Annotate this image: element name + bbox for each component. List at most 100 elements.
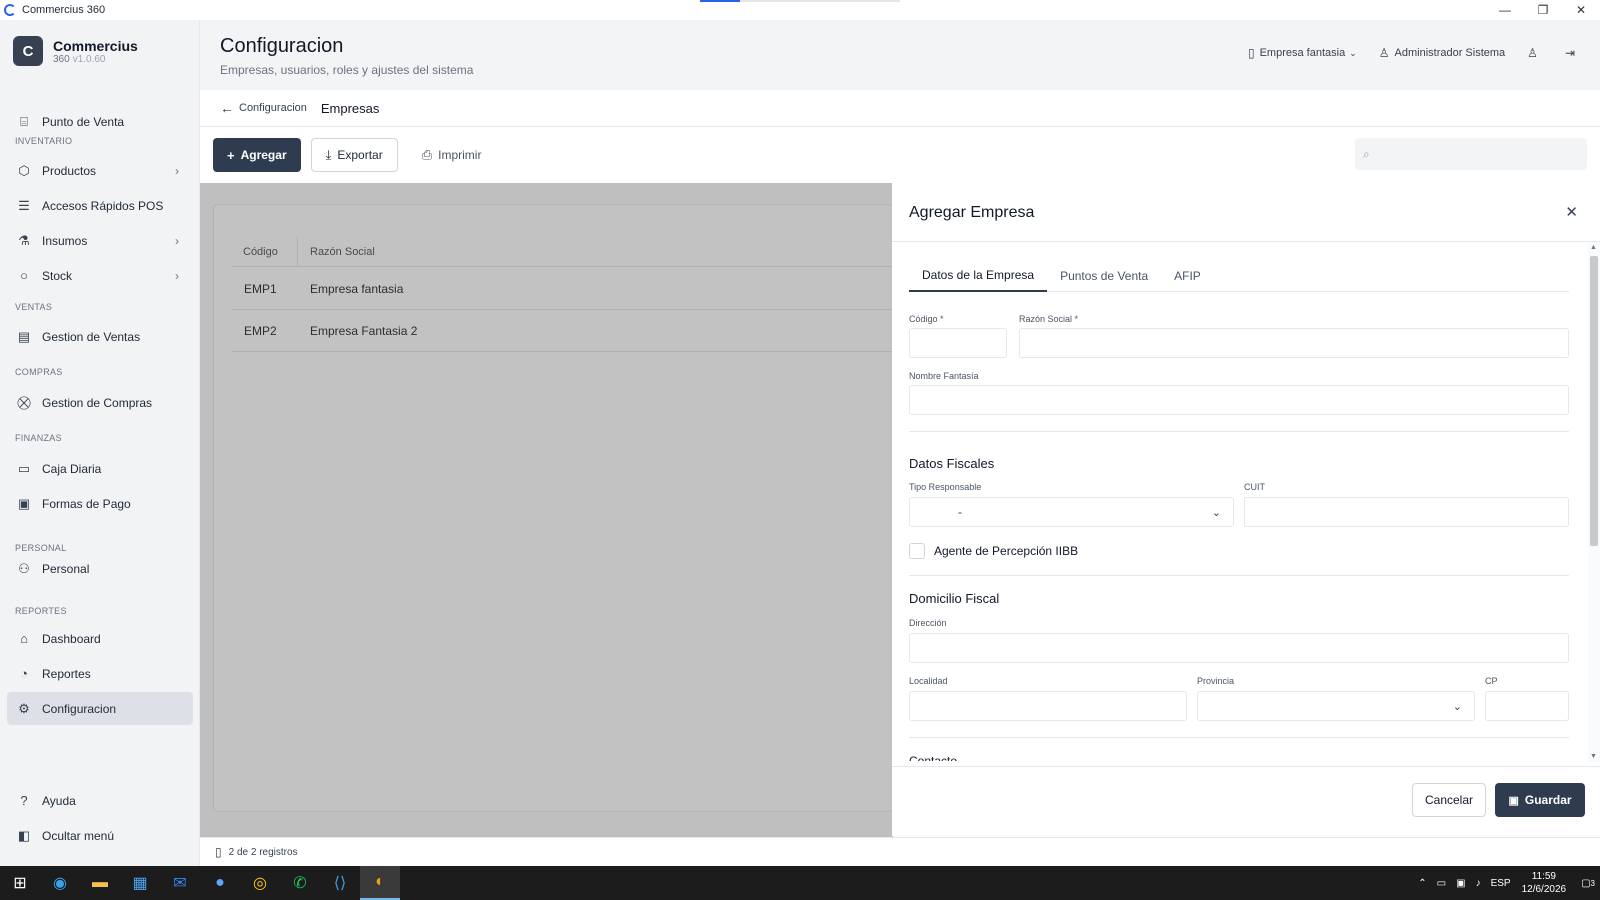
vscode-icon[interactable]: ⟨⟩	[320, 866, 360, 900]
scrollbar-thumb[interactable]	[1590, 256, 1598, 546]
agente-percepcion-checkbox[interactable]: Agente de Percepción IIBB	[909, 543, 1078, 559]
tab-afip[interactable]: AFIP	[1161, 260, 1214, 292]
codigo-label: Código *	[909, 314, 944, 324]
agente-percepcion-label: Agente de Percepción IIBB	[934, 544, 1079, 558]
chrome-icon[interactable]: ◎	[240, 866, 280, 900]
volume-icon[interactable]: ♪	[1476, 878, 1481, 889]
tab-datos-empresa[interactable]: Datos de la Empresa	[909, 260, 1048, 292]
maximize-button[interactable]: ❐	[1524, 0, 1562, 20]
sidebar-item-personal[interactable]: ⚇ Personal	[7, 552, 193, 585]
user-settings-button[interactable]: ♙	[1527, 46, 1543, 60]
status-bar: ▯ 2 de 2 registros	[200, 837, 1600, 866]
user-icon: ♙	[1378, 46, 1390, 60]
store-icon[interactable]: ▦	[120, 866, 160, 900]
circle-icon: ○	[20, 268, 28, 283]
scroll-down-icon[interactable]: ▼	[1590, 753, 1597, 760]
section-compras: COMPRAS	[15, 367, 63, 377]
tab-puntos-de-venta[interactable]: Puntos de Venta	[1047, 260, 1161, 292]
system-tray: ⌃ ▭ ▣ ♪ ESP 11:59 12/6/2026 ▢3	[1413, 866, 1600, 900]
add-button[interactable]: + Agregar	[213, 138, 301, 172]
logout-button[interactable]: ⇥	[1565, 46, 1580, 60]
sidebar-item-stock[interactable]: ○ Stock ›	[7, 259, 193, 292]
panel-scrollbar[interactable]: ▲ ▼	[1588, 242, 1600, 762]
sidebar-item-insumos[interactable]: ⚗ Insumos ›	[7, 224, 193, 257]
save-button[interactable]: ▣ Guardar	[1495, 783, 1585, 817]
user-menu[interactable]: ♙ Administrador Sistema	[1379, 46, 1505, 60]
codigo-field[interactable]	[909, 328, 1007, 358]
razon-social-field[interactable]	[1019, 328, 1569, 358]
table-row[interactable]: EMP2 Empresa Fantasia 2	[232, 310, 894, 352]
nombre-fantasia-field[interactable]	[909, 385, 1569, 415]
provincia-select[interactable]: ⌄	[1197, 691, 1475, 721]
minimize-button[interactable]: —	[1486, 0, 1524, 20]
column-header-razon-social[interactable]: Razón Social	[298, 246, 375, 258]
cuit-label: CUIT	[1244, 482, 1265, 492]
document-icon: ▯	[215, 845, 222, 859]
sidebar-item-productos[interactable]: ⬡ Productos ›	[7, 154, 193, 187]
sidebar-item-dashboard[interactable]: ⌂ Dashboard	[7, 622, 193, 655]
divider	[909, 575, 1569, 576]
direccion-label: Dirección	[909, 618, 947, 628]
direccion-field[interactable]	[909, 633, 1569, 663]
export-button[interactable]: ⤓ Exportar	[310, 138, 398, 172]
breadcrumb-parent[interactable]: Configuracion	[239, 102, 307, 114]
tipo-responsable-select[interactable]: - ⌄	[909, 497, 1234, 527]
modal-backdrop[interactable]: Código Razón Social EMP1 Empresa fantasi…	[200, 183, 894, 837]
tipo-responsable-label: Tipo Responsable	[909, 482, 982, 492]
chevron-up-icon[interactable]: ⌃	[1418, 878, 1426, 889]
tipo-responsable-value: -	[958, 505, 962, 519]
search-input[interactable]: ⌕	[1355, 138, 1587, 170]
cancel-button[interactable]: Cancelar	[1412, 783, 1486, 817]
windows-start-icon[interactable]: ⊞	[0, 866, 40, 900]
sidebar-item-ayuda[interactable]: ? Ayuda	[7, 784, 193, 817]
display-icon[interactable]: ▭	[1437, 878, 1446, 889]
network-icon[interactable]: ▣	[1456, 878, 1465, 889]
divider	[909, 431, 1569, 432]
flask-icon: ⚗	[18, 232, 30, 248]
print-button[interactable]: ⎙ Imprimir	[408, 138, 496, 172]
table-row[interactable]: EMP1 Empresa fantasia	[232, 268, 894, 310]
back-arrow-icon[interactable]: ←	[220, 100, 234, 116]
sidebar-item-accesos-rapidos[interactable]: ☰ Accesos Rápidos POS	[7, 189, 193, 222]
outlook-icon[interactable]: ✉	[160, 866, 200, 900]
localidad-label: Localidad	[909, 676, 948, 686]
localidad-field[interactable]	[909, 691, 1187, 721]
notifications-icon[interactable]: ▢3	[1581, 878, 1595, 889]
sidebar-item-formas-de-pago[interactable]: ▣ Formas de Pago	[7, 487, 193, 520]
page-header: Configuracion Empresas, usuarios, roles …	[200, 20, 1600, 90]
sidebar-item-caja-diaria[interactable]: ▭ Caja Diaria	[7, 452, 193, 485]
whatsapp-icon[interactable]: ✆	[280, 866, 320, 900]
cp-field[interactable]	[1485, 691, 1569, 721]
file-explorer-icon[interactable]: ▬	[80, 866, 120, 900]
provincia-label: Provincia	[1197, 676, 1235, 686]
loading-indicator	[700, 0, 900, 2]
commercius-taskbar-icon[interactable]: ◐	[360, 866, 400, 900]
page-title: Configuracion	[220, 35, 344, 57]
section-inventario: INVENTARIO	[15, 136, 73, 146]
breadcrumb: ← Configuracion Empresas	[220, 100, 379, 116]
clock[interactable]: 11:59 12/6/2026	[1522, 870, 1567, 896]
sidebar-item-punto-de-venta[interactable]: ⌸ Punto de Venta	[7, 105, 193, 138]
plus-icon: +	[227, 147, 235, 163]
scroll-up-icon[interactable]: ▲	[1590, 244, 1597, 251]
close-window-button[interactable]: ✕	[1562, 0, 1600, 20]
sidebar-item-reportes[interactable]: ◔ Reportes	[7, 657, 193, 690]
column-header-codigo[interactable]: Código	[232, 236, 298, 267]
company-selector[interactable]: ▯ Empresa fantasia ⌄	[1248, 46, 1357, 60]
cuit-field[interactable]	[1244, 497, 1569, 527]
language-indicator[interactable]: ESP	[1491, 878, 1511, 889]
app-icon[interactable]: ●	[200, 866, 240, 900]
edge-browser-icon[interactable]: ◉	[40, 866, 80, 900]
box-icon: ⬡	[18, 162, 30, 178]
close-icon[interactable]: ✕	[1565, 203, 1578, 221]
sidebar-item-ocultar-menu[interactable]: ◧ Ocultar menú	[7, 819, 193, 852]
page-subtitle: Empresas, usuarios, roles y ajustes del …	[220, 63, 474, 77]
sidebar-item-gestion-ventas[interactable]: ▤ Gestion de Ventas	[7, 320, 193, 353]
sidebar-item-configuracion[interactable]: ⚙ Configuracion	[7, 692, 193, 725]
sidebar-item-gestion-compras[interactable]: ⛒ Gestion de Compras	[7, 386, 193, 419]
chevron-right-icon: ›	[175, 268, 179, 283]
printer-icon: ⎙	[421, 147, 433, 162]
panel-tabs: Datos de la Empresa Puntos de Venta AFIP	[909, 260, 1569, 292]
brand-logo: C	[13, 36, 43, 66]
checkbox-box[interactable]	[909, 543, 925, 559]
